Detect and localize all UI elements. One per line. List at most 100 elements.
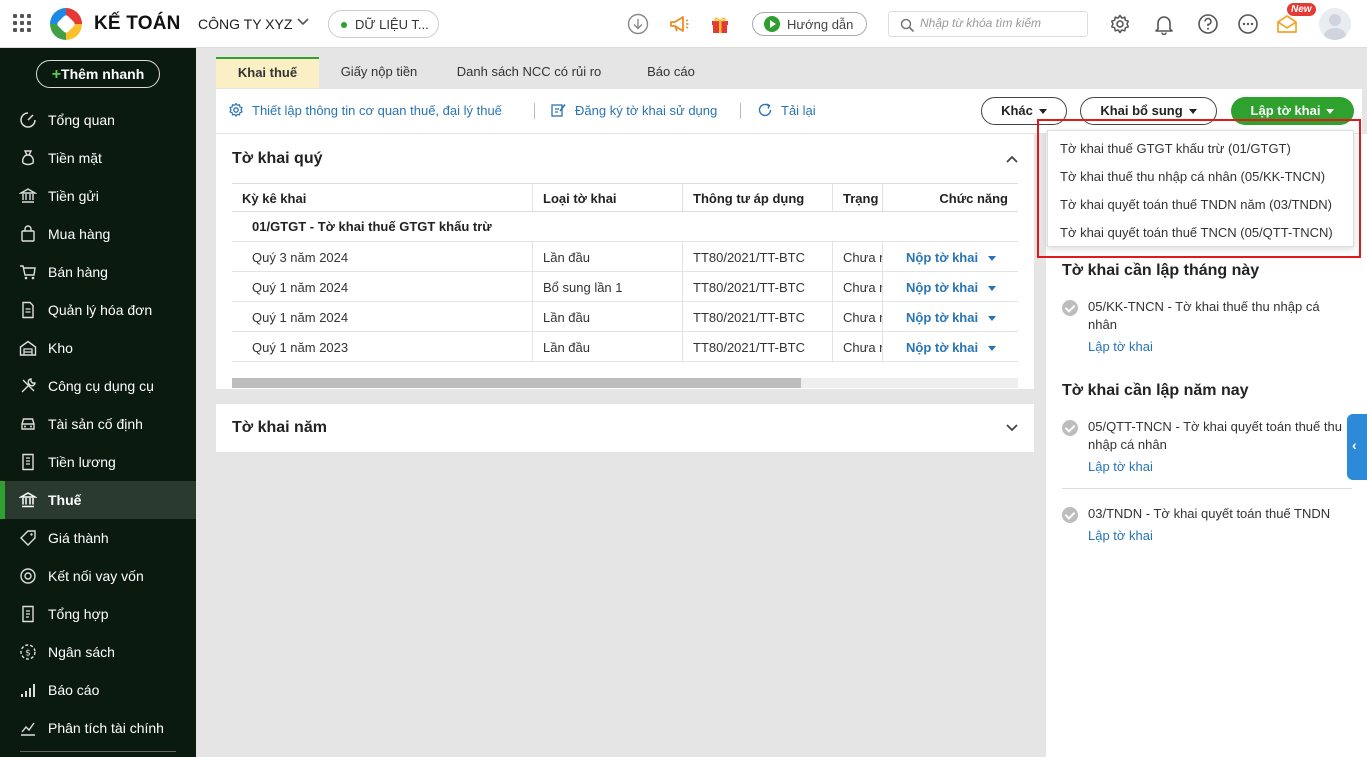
company-selector[interactable]: CÔNG TY XYZ — [198, 16, 292, 32]
sidebar-item[interactable]: Tổng quan — [0, 101, 196, 139]
col-header-type: Loại tờ khai — [533, 183, 683, 212]
settings-icon[interactable] — [228, 102, 244, 118]
tab-giay-nop-tien[interactable]: Giấy nộp tiền — [319, 57, 439, 88]
sidebar-item-label: Kết nối vay vốn — [48, 568, 144, 584]
horizontal-scrollbar[interactable] — [232, 378, 1018, 388]
year-item-create-link[interactable]: Lập tờ khai — [1088, 459, 1153, 474]
tab-bao-cao[interactable]: Báo cáo — [619, 57, 723, 88]
caret-down-icon — [1326, 109, 1335, 115]
data-source-selector[interactable]: DỮ LIỆU T... — [328, 10, 439, 38]
caret-down-icon[interactable] — [988, 256, 997, 262]
shopping-bag-icon — [19, 225, 37, 243]
cell-status: Chưa nộp — [833, 272, 883, 302]
sidebar-item[interactable]: Công cụ dụng cụ — [0, 367, 196, 405]
sidebar-item[interactable]: Báo cáo — [0, 671, 196, 709]
status-dot-icon — [341, 22, 347, 28]
cell-circular: TT80/2021/TT-BTC — [683, 332, 833, 362]
tools-icon — [19, 377, 37, 395]
sidebar-item[interactable]: Quản lý hóa đơn — [0, 291, 196, 329]
caret-down-icon[interactable] — [988, 316, 997, 322]
year-item-text: 03/TNDN - Tờ khai quyết toán thuế TNDN — [1088, 506, 1331, 521]
sidebar-item-label: Báo cáo — [48, 682, 100, 698]
month-item-create-link[interactable]: Lập tờ khai — [1088, 339, 1153, 354]
submit-declaration-action[interactable]: Nộp tờ khai — [883, 242, 1018, 272]
col-header-period: Kỳ kê khai — [232, 183, 533, 212]
sidebar-item-label: Tiền gửi — [48, 188, 99, 204]
megaphone-icon[interactable] — [668, 13, 690, 35]
warehouse-icon — [19, 339, 37, 357]
sidebar-item[interactable]: Thuế — [0, 481, 196, 519]
sidebar-item[interactable]: Tiền mặt — [0, 139, 196, 177]
tab-danh-sach-ncc[interactable]: Danh sách NCC có rủi ro — [439, 57, 619, 88]
quarterly-panel: Tờ khai quý Kỳ kê khai Loại tờ khai Thôn… — [216, 134, 1034, 389]
sidebar-item[interactable]: Giá thành — [0, 519, 196, 557]
tab-khai-thue[interactable]: Khai thuế — [216, 57, 319, 88]
sidebar-item[interactable]: Tiền lương — [0, 443, 196, 481]
scrollbar-thumb[interactable] — [232, 378, 801, 388]
year-item-create-link[interactable]: Lập tờ khai — [1088, 528, 1153, 543]
cell-period: Quý 1 năm 2024 — [232, 302, 533, 332]
tax-bank-icon — [19, 491, 37, 509]
apps-grid-icon[interactable] — [13, 14, 31, 32]
cell-circular: TT80/2021/TT-BTC — [683, 302, 833, 332]
bell-icon[interactable] — [1153, 13, 1175, 35]
help-icon[interactable] — [1197, 13, 1219, 35]
sidebar-item[interactable]: $ Ngân sách — [0, 633, 196, 671]
caret-down-icon — [1188, 109, 1197, 115]
submit-declaration-action[interactable]: Nộp tờ khai — [883, 332, 1018, 362]
caret-down-icon[interactable] — [988, 346, 997, 352]
cell-type: Lần đầu — [533, 302, 683, 332]
sidebar-item-label: Tài sản cố định — [48, 416, 143, 432]
sidebar-item[interactable]: Mua hàng — [0, 215, 196, 253]
search-input[interactable] — [920, 16, 1080, 30]
bar-chart-icon — [19, 681, 37, 699]
sidebar-item[interactable]: Kho — [0, 329, 196, 367]
reload-icon[interactable] — [757, 102, 773, 118]
cell-circular: TT80/2021/TT-BTC — [683, 242, 833, 272]
submit-declaration-label: Nộp tờ khai — [906, 280, 979, 295]
sidebar-item[interactable]: Bán hàng — [0, 253, 196, 291]
quick-add-button[interactable]: +Thêm nhanh — [36, 60, 160, 88]
avatar[interactable] — [1319, 8, 1351, 40]
sidebar-item[interactable]: Tài sản cố định — [0, 405, 196, 443]
submit-declaration-action[interactable]: Nộp tờ khai — [883, 302, 1018, 332]
gift-icon[interactable] — [709, 13, 731, 35]
submit-declaration-label: Nộp tờ khai — [906, 340, 979, 355]
caret-down-icon[interactable] — [988, 286, 997, 292]
svg-text:$: $ — [25, 649, 31, 659]
more-icon[interactable] — [1237, 13, 1259, 35]
toolbar-divider — [740, 103, 741, 119]
sidebar-item-label: Quản lý hóa đơn — [48, 302, 153, 318]
sidebar-item[interactable]: Tiền gửi — [0, 177, 196, 215]
cell-period: Quý 1 năm 2023 — [232, 332, 533, 362]
promo-mail-icon[interactable] — [1276, 14, 1298, 34]
sidebar-item[interactable]: Phân tích tài chính — [0, 709, 196, 747]
gear-icon[interactable] — [1109, 13, 1131, 35]
collapse-panel-handle[interactable]: ‹ — [1347, 414, 1367, 480]
cell-type: Lần đầu — [533, 332, 683, 362]
sidebar-item-label: Phân tích tài chính — [48, 720, 164, 736]
cell-period: Quý 3 năm 2024 — [232, 242, 533, 272]
submit-declaration-action[interactable]: Nộp tờ khai — [883, 272, 1018, 302]
setup-tax-authority-link[interactable]: Thiết lập thông tin cơ quan thuế, đại lý… — [252, 103, 502, 118]
sidebar-item[interactable]: Tổng hợp — [0, 595, 196, 633]
download-icon[interactable] — [627, 13, 649, 35]
chevron-down-icon[interactable] — [296, 15, 310, 32]
sidebar-divider — [20, 751, 176, 752]
register-form-icon[interactable] — [550, 102, 566, 118]
col-header-actions: Chức năng — [883, 183, 1018, 212]
search-box[interactable] — [888, 11, 1088, 37]
chevron-down-icon[interactable] — [1005, 421, 1019, 435]
sidebar-item[interactable]: Kết nối vay vốn — [0, 557, 196, 595]
col-header-circular: Thông tư áp dụng — [683, 183, 833, 212]
yearly-panel: Tờ khai năm — [216, 404, 1034, 452]
quarterly-title: Tờ khai quý — [232, 150, 323, 167]
register-form-link[interactable]: Đăng ký tờ khai sử dụng — [575, 103, 717, 118]
invoice-icon — [19, 301, 37, 319]
highlight-box — [1037, 119, 1361, 258]
year-item-text: 05/QTT-TNCN - Tờ khai quyết toán thuế th… — [1088, 419, 1342, 452]
cell-status: Chưa nộp — [833, 332, 883, 362]
guide-button[interactable]: Hướng dẫn — [752, 12, 867, 36]
reload-link[interactable]: Tải lại — [781, 103, 816, 118]
chevron-up-icon[interactable] — [1005, 152, 1019, 166]
